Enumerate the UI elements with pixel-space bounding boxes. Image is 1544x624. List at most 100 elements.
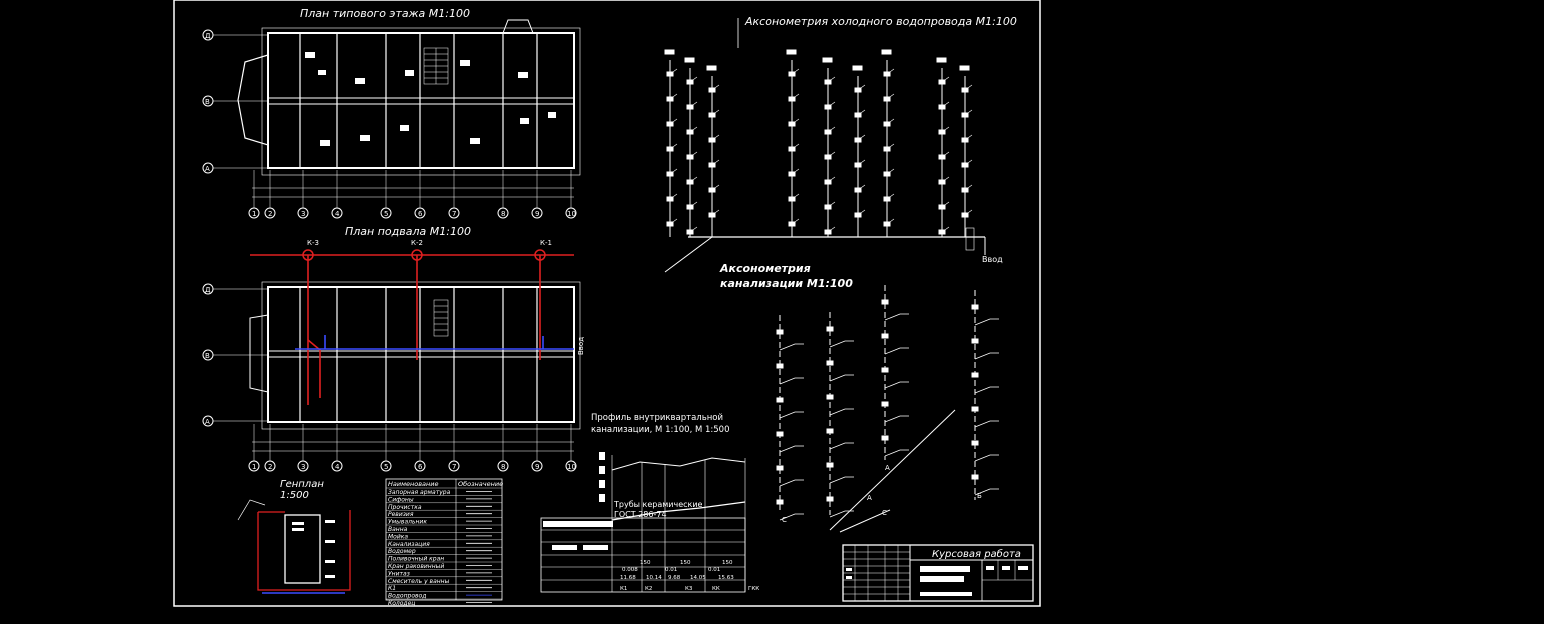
legend-row: Водопровод — [386, 591, 502, 600]
profile-mark: 14.05 — [690, 575, 706, 581]
water-riser — [664, 49, 678, 237]
axis-marker: 1 — [248, 424, 260, 472]
profile: Профиль внутриквартальной канализации, М… — [540, 413, 759, 593]
plan-basement-col-axes: 1 2 3 4 5 6 7 8 9 10 — [248, 424, 577, 472]
axis-marker: 5 — [380, 424, 392, 472]
svg-text:Канализация: Канализация — [388, 541, 430, 548]
plan-basement: План подвала М1:100 К-3 К-2 К-1 Ввод Д В… — [202, 225, 585, 472]
axis-marker: 4 — [331, 170, 343, 219]
axis-marker: 7 — [448, 170, 460, 219]
svg-text:В: В — [205, 98, 210, 106]
plan-floor: План типового этажа М1:100 Д В А 1 2 3 4… — [202, 7, 581, 219]
profile-diameter: 150 — [640, 560, 651, 566]
svg-text:2: 2 — [268, 463, 272, 471]
water-riser — [936, 57, 950, 237]
profile-diameter: 150 — [722, 560, 733, 566]
axis-marker: 5 — [380, 170, 392, 219]
svg-text:6: 6 — [418, 463, 423, 471]
svg-text:Колодец: Колодец — [388, 600, 415, 607]
profile-well: КК — [712, 586, 720, 592]
sewer-riser — [826, 312, 854, 518]
svg-text:Умывальник: Умывальник — [388, 519, 427, 526]
axis-marker: 10 — [565, 170, 577, 219]
legend-row: Прочистка — [386, 502, 502, 511]
basement-wells: К-3 К-2 К-1 — [302, 239, 552, 261]
svg-text:10: 10 — [567, 210, 576, 218]
profile-well: К1 — [620, 586, 627, 592]
legend-row: Канализация — [386, 539, 502, 548]
svg-text:3: 3 — [301, 463, 305, 471]
legend-row: Умывальник — [386, 517, 502, 526]
svg-text:Поливочный кран: Поливочный кран — [388, 556, 444, 563]
legend-row: Кран раковинный — [386, 561, 502, 570]
profile-slope: 0.01 — [708, 567, 720, 573]
svg-text:А: А — [205, 418, 210, 426]
axis-marker: 8 — [497, 170, 509, 219]
axis-marker: 1 — [248, 170, 260, 219]
legend-row: Водомер — [386, 547, 502, 555]
profile-diameter: 150 — [680, 560, 691, 566]
legend-row: Поливочный кран — [386, 554, 502, 563]
legend-row: Унитаз — [386, 569, 502, 577]
svg-text:Унитаз: Унитаз — [388, 570, 410, 577]
axis-marker: Д — [202, 29, 214, 41]
sewer-riser — [971, 290, 999, 500]
axis-marker: 2 — [264, 424, 276, 472]
svg-text:1: 1 — [252, 463, 256, 471]
axis-marker: 4 — [331, 424, 343, 472]
axis-marker: А — [202, 162, 214, 174]
sewer-riser-label: А — [885, 464, 890, 472]
profile-slope: 0.01 — [665, 567, 677, 573]
svg-text:7: 7 — [452, 210, 456, 218]
profile-title-1: Профиль внутриквартальной — [591, 413, 723, 423]
svg-text:Ванна: Ванна — [388, 526, 408, 533]
plan-basement-row-axes: Д В А — [202, 283, 214, 427]
svg-text:8: 8 — [501, 210, 505, 218]
axon-water-title: Аксонометрия холодного водопровода М1:10… — [744, 15, 1017, 28]
water-riser — [786, 49, 800, 237]
svg-text:Мойка: Мойка — [388, 533, 408, 540]
sewer-riser-label: Б — [977, 492, 982, 500]
genplan: Генплан 1:500 — [237, 479, 351, 594]
stamp-title: Курсовая работа — [932, 548, 1021, 560]
sewer-riser — [881, 285, 909, 460]
legend-row: Запорная арматура — [386, 487, 502, 496]
legend-header-symbol: Обозначение — [458, 480, 503, 488]
svg-text:10: 10 — [567, 463, 576, 471]
svg-text:7: 7 — [452, 463, 456, 471]
svg-text:Смеситель у ванны: Смеситель у ванны — [388, 578, 450, 585]
profile-pipe-note-1: Трубы керамические — [613, 500, 703, 509]
axon-water-inlet-label: Ввод — [982, 255, 1003, 264]
water-riser — [881, 49, 895, 237]
svg-text:5: 5 — [384, 210, 388, 218]
svg-text:Запорная арматура: Запорная арматура — [388, 489, 451, 496]
cad-drawing-sheet: План типового этажа М1:100 Д В А 1 2 3 4… — [173, 0, 1041, 607]
svg-text:В: В — [205, 352, 210, 360]
axis-marker: В — [202, 95, 214, 107]
svg-text:1: 1 — [252, 210, 256, 218]
svg-text:Сифоны: Сифоны — [388, 496, 414, 503]
svg-text:Водопровод: Водопровод — [388, 593, 426, 600]
svg-text:9: 9 — [535, 210, 539, 218]
svg-text:Прочистка: Прочистка — [388, 504, 422, 511]
legend-row: Сифоны — [386, 495, 502, 503]
well-marker: К-3 — [302, 239, 319, 261]
water-riser — [706, 65, 720, 237]
svg-text:Д: Д — [205, 32, 211, 40]
title-block: Курсовая работа — [842, 544, 1034, 602]
svg-text:К-2: К-2 — [411, 239, 423, 247]
profile-slope: 0.008 — [622, 567, 638, 573]
legend-row: Смеситель у ванны — [386, 576, 502, 585]
axon-sewer: Аксонометрия канализации М1:100 А А Б С … — [719, 262, 999, 533]
axis-marker: 3 — [297, 424, 309, 472]
svg-text:Кран раковинный: Кран раковинный — [388, 563, 444, 570]
plan-floor-row-axes: Д В А — [202, 29, 214, 174]
axon-sewer-title-1: Аксонометрия — [719, 262, 811, 275]
svg-text:К-1: К-1 — [540, 239, 552, 247]
axis-marker: 7 — [448, 424, 460, 472]
axis-marker: 10 — [565, 424, 577, 472]
profile-end-label: ГКК — [748, 586, 759, 592]
svg-text:3: 3 — [301, 210, 305, 218]
svg-text:5: 5 — [384, 463, 388, 471]
axon-water: Аксонометрия холодного водопровода М1:10… — [664, 15, 1017, 273]
